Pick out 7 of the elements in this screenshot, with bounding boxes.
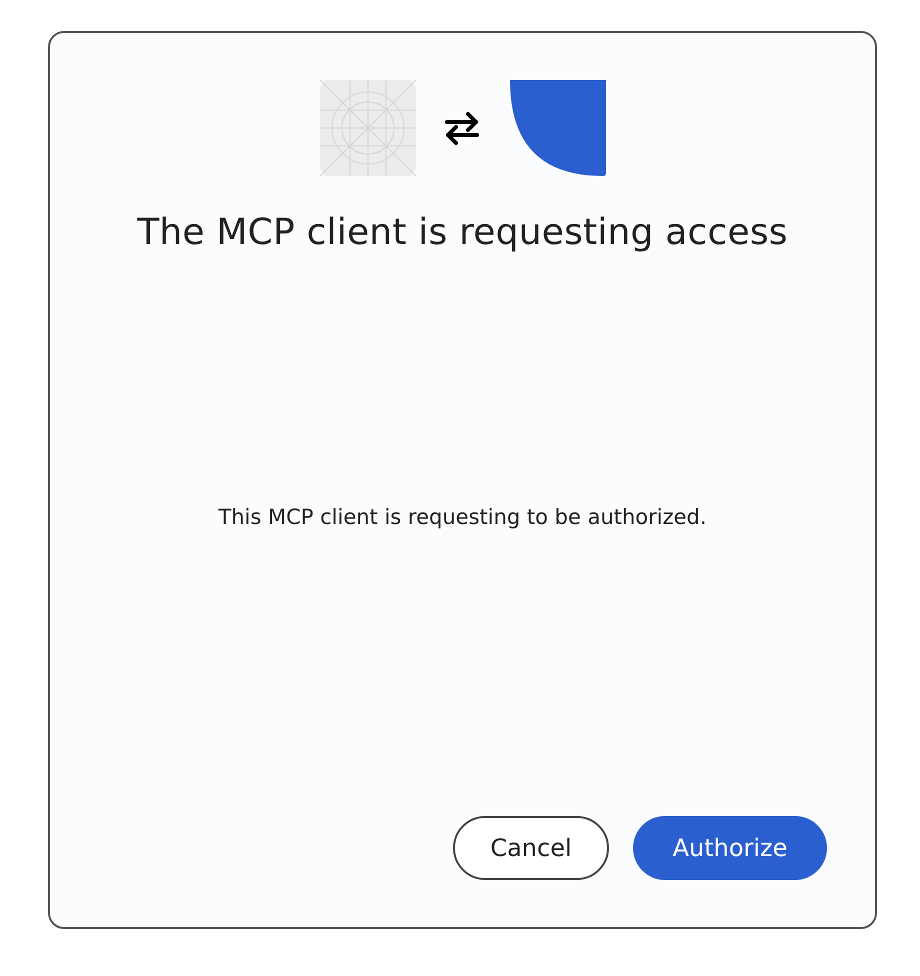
placeholder-icon: [320, 80, 416, 176]
cancel-button[interactable]: Cancel: [453, 816, 609, 880]
dialog-title: The MCP client is requesting access: [137, 212, 788, 253]
app-logo-icon: [510, 80, 606, 176]
authorize-button[interactable]: Authorize: [633, 816, 827, 880]
dialog-message: This MCP client is requesting to be authorized.: [218, 504, 707, 530]
swap-arrows-icon: [444, 111, 480, 145]
